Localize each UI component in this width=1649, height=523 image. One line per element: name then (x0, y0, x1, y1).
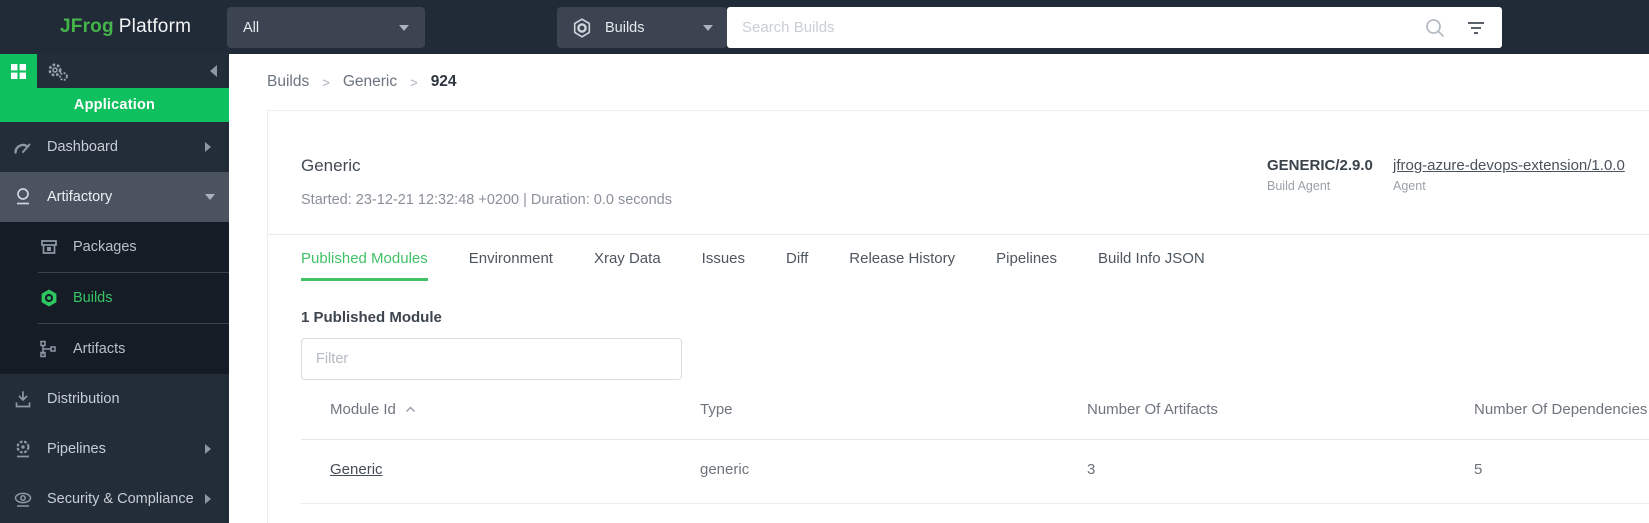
sidebar-item-label: Artifacts (73, 341, 125, 357)
sidebar-item-dashboard[interactable]: Dashboard (0, 122, 229, 172)
sort-asc-icon (405, 406, 416, 413)
sidebar-item-label: Distribution (47, 391, 120, 407)
build-agent-value: GENERIC/2.9.0 (1267, 157, 1373, 175)
breadcrumb-builds[interactable]: Builds (267, 73, 309, 91)
modules-table-header-row: Module Id Type Number Of Artifacts Numbe… (301, 391, 1649, 440)
tab-build-info-json[interactable]: Build Info JSON (1098, 235, 1205, 281)
search-input[interactable] (727, 7, 1424, 48)
sidebar-top-strip (0, 54, 229, 88)
application-section-header[interactable]: Application (0, 88, 229, 122)
sidebar-item-label: Pipelines (47, 441, 106, 457)
tab-diff[interactable]: Diff (786, 235, 808, 281)
distribution-icon (12, 390, 33, 409)
module-row-generic[interactable]: Generic generic 3 5 (301, 440, 1649, 504)
collapse-sidebar-icon[interactable] (210, 65, 217, 77)
top-bar: JFrog Platform All Builds (0, 0, 1649, 54)
sidebar-menu: Dashboard Artifactory (0, 122, 229, 523)
breadcrumb: Builds > Generic > 924 (267, 54, 457, 110)
artifactory-icon (12, 187, 33, 207)
sidebar-item-builds[interactable]: Builds (0, 273, 229, 323)
build-started-duration: Started: 23-12-21 12:32:48 +0200 | Durat… (301, 192, 672, 208)
breadcrumb-current: 924 (431, 73, 457, 91)
sidebar-item-artifactory[interactable]: Artifactory (0, 172, 229, 222)
sidebar-item-label: Packages (73, 239, 137, 255)
agent-value[interactable]: jfrog-azure-devops-extension/1.0.0 (1393, 157, 1625, 175)
logo-brand-text: JFrog (60, 16, 114, 38)
dashboard-icon (12, 138, 33, 156)
settings-gears-icon[interactable] (46, 62, 72, 82)
column-header-module-id[interactable]: Module Id (301, 391, 671, 440)
breadcrumb-separator: > (322, 75, 330, 90)
sidebar-item-label: Builds (73, 290, 113, 306)
application-section-label: Application (74, 97, 155, 113)
chevron-right-icon (205, 494, 211, 504)
build-agent-block: GENERIC/2.9.0 Build Agent (1267, 157, 1373, 193)
caret-down-icon (703, 25, 713, 31)
module-artifacts-cell: 3 (1058, 440, 1445, 504)
entity-dropdown-value: Builds (605, 20, 645, 36)
chevron-right-icon (205, 444, 211, 454)
builds-icon (38, 288, 59, 308)
column-header-number-of-artifacts[interactable]: Number Of Artifacts (1058, 391, 1445, 440)
apps-grid-icon (11, 64, 26, 79)
artifactory-submenu: Packages Builds (0, 222, 229, 374)
caret-down-icon (205, 194, 215, 200)
sidebar: Application Dashboard Artifactory (0, 54, 229, 523)
tab-published-modules[interactable]: Published Modules (301, 235, 428, 281)
sidebar-item-packages[interactable]: Packages (0, 222, 229, 272)
tab-pipelines[interactable]: Pipelines (996, 235, 1057, 281)
column-label: Module Id (330, 401, 396, 418)
build-tabs: Published Modules Environment Xray Data … (268, 234, 1649, 281)
module-dependencies-cell: 5 (1445, 440, 1649, 504)
logo-product-text: Platform (119, 16, 191, 38)
column-header-number-of-dependencies[interactable]: Number Of Dependencies (1445, 391, 1649, 440)
caret-down-icon (399, 25, 409, 31)
sidebar-item-label: Artifactory (47, 189, 112, 205)
sidebar-item-label: Security & Compliance (47, 491, 194, 507)
breadcrumb-separator: > (410, 75, 418, 90)
published-modules-count: 1 Published Module (301, 309, 442, 326)
modules-table: Module Id Type Number Of Artifacts Numbe… (301, 391, 1649, 504)
sidebar-item-label: Dashboard (47, 139, 118, 155)
build-details-card: Generic Started: 23-12-21 12:32:48 +0200… (267, 110, 1649, 523)
jfrog-logo[interactable]: JFrog Platform (60, 0, 191, 54)
apps-tab[interactable] (0, 54, 37, 88)
build-agent-label: Build Agent (1267, 179, 1373, 193)
modules-filter-input[interactable] (301, 338, 682, 380)
artifacts-icon (38, 340, 59, 358)
pipelines-icon (12, 439, 33, 459)
entity-dropdown[interactable]: Builds (557, 7, 727, 48)
scope-dropdown-value: All (243, 20, 259, 36)
agent-block: jfrog-azure-devops-extension/1.0.0 Agent (1393, 157, 1625, 193)
sidebar-item-security-compliance[interactable]: Security & Compliance (0, 474, 229, 523)
column-header-type[interactable]: Type (671, 391, 1058, 440)
sidebar-item-distribution[interactable]: Distribution (0, 374, 229, 424)
filter-icon[interactable] (1466, 19, 1486, 37)
tab-environment[interactable]: Environment (469, 235, 553, 281)
module-type-cell: generic (671, 440, 1058, 504)
tab-xray-data[interactable]: Xray Data (594, 235, 661, 281)
tab-issues[interactable]: Issues (702, 235, 745, 281)
scope-dropdown[interactable]: All (227, 7, 425, 48)
packages-icon (38, 238, 59, 256)
search-bar (727, 7, 1502, 48)
sidebar-item-artifacts[interactable]: Artifacts (0, 324, 229, 374)
main-content: Builds > Generic > 924 Generic Started: … (229, 54, 1649, 523)
agent-label: Agent (1393, 179, 1625, 193)
breadcrumb-generic[interactable]: Generic (343, 73, 397, 91)
tab-release-history[interactable]: Release History (849, 235, 955, 281)
module-id-link[interactable]: Generic (330, 461, 383, 478)
security-eye-icon (12, 490, 33, 509)
build-title: Generic (301, 156, 361, 176)
chevron-right-icon (205, 142, 211, 152)
builds-hex-icon (571, 17, 593, 39)
search-icon[interactable] (1424, 17, 1446, 39)
sidebar-item-pipelines[interactable]: Pipelines (0, 424, 229, 474)
